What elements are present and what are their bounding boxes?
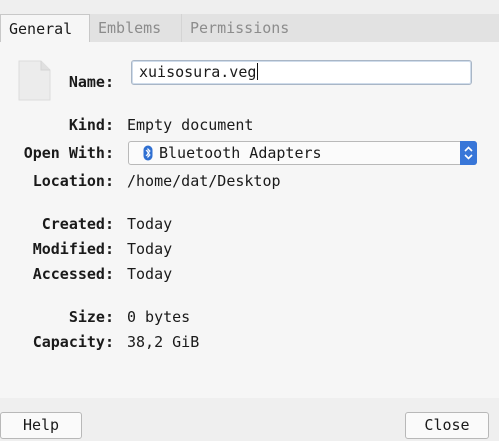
tab-bar: General Emblems Permissions xyxy=(0,14,499,43)
text-cursor xyxy=(257,63,259,80)
empty-document-icon xyxy=(18,60,51,101)
name-field[interactable]: xuisosura.veg xyxy=(131,60,472,85)
tab-permissions[interactable]: Permissions xyxy=(182,14,499,42)
created-value: Today xyxy=(127,215,173,233)
name-field-text: xuisosura.veg xyxy=(139,63,257,81)
accessed-label: Accessed: xyxy=(32,265,114,283)
help-button[interactable]: Help xyxy=(0,412,82,439)
size-value: 0 bytes xyxy=(127,308,191,326)
location-label: Location: xyxy=(32,172,114,190)
location-value: /home/dat/Desktop xyxy=(127,172,281,190)
modified-value: Today xyxy=(127,240,173,258)
file-properties-dialog: General Emblems Permissions Name: xuisos… xyxy=(0,0,499,441)
open-with-value: Bluetooth Adapters xyxy=(159,144,322,162)
close-button[interactable]: Close xyxy=(405,412,489,439)
open-with-label: Open With: xyxy=(23,144,114,162)
capacity-value: 38,2 GiB xyxy=(127,333,200,351)
kind-value: Empty document xyxy=(127,116,254,134)
modified-label: Modified: xyxy=(32,240,114,258)
bluetooth-icon xyxy=(143,145,153,161)
tab-emblems[interactable]: Emblems xyxy=(90,14,182,42)
created-label: Created: xyxy=(41,215,114,233)
up-down-arrows-icon[interactable] xyxy=(460,141,477,165)
name-label: Name: xyxy=(68,73,114,91)
capacity-label: Capacity: xyxy=(32,333,114,351)
kind-label: Kind: xyxy=(68,116,114,134)
open-with-combobox[interactable]: Bluetooth Adapters xyxy=(128,141,477,165)
dialog-top-strip xyxy=(0,0,499,12)
accessed-value: Today xyxy=(127,265,173,283)
tab-general[interactable]: General xyxy=(0,14,90,43)
size-label: Size: xyxy=(68,308,114,326)
